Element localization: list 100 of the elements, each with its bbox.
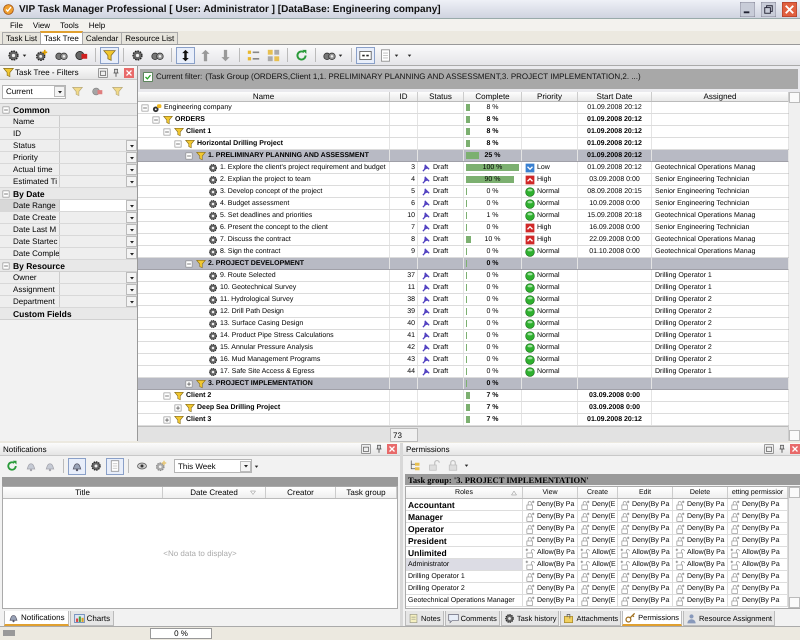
dropdown-button[interactable] [126,164,137,175]
high-priority-icon [525,222,535,232]
collapse-icon[interactable] [162,126,172,136]
column-header[interactable]: Priority [522,92,578,101]
funnel-icon [103,48,116,62]
collapse-icon[interactable] [140,102,150,112]
bell-icon [8,612,19,624]
pin-icon [421,186,431,196]
pin-icon [421,330,431,340]
role-name[interactable]: Manager [406,511,523,522]
dropdown-button[interactable] [126,176,137,187]
filter-icon [249,488,257,496]
category-label: Common [13,104,50,114]
menu-item[interactable]: View [28,20,54,30]
funnel-icon [3,67,14,78]
collapse-icon[interactable] [151,114,161,124]
gear-add-icon [35,48,48,62]
tab[interactable]: Task Tree [40,31,83,44]
column-header[interactable]: Date Created [163,487,266,498]
role-name[interactable]: Accountant [406,499,523,510]
pin-icon [421,318,431,328]
filter-preset-combo[interactable]: Current [2,84,66,98]
normal-priority-icon [525,246,535,256]
dropdown-button[interactable] [126,248,137,259]
maximize-button[interactable] [760,0,777,18]
menu-item[interactable]: Tools [56,20,83,30]
tab[interactable]: Resource List [121,32,178,44]
checkbox-icon[interactable] [143,72,153,82]
up-down-arrow-button[interactable] [176,46,195,64]
collapse-icon[interactable] [1,260,11,270]
dropdown-button[interactable] [126,200,137,211]
sort-icon [510,488,518,496]
role-name[interactable]: Unlimited [406,547,523,558]
window-button[interactable] [763,443,775,455]
menu-item[interactable]: Help [84,20,110,30]
filter-label: ID [13,129,21,138]
tab[interactable]: Calendar [82,32,122,44]
pin-icon [421,342,431,352]
expand-icon[interactable] [184,378,194,388]
filter-label: Name [13,117,34,126]
bell-button[interactable] [68,458,86,474]
filter-label: Department [13,297,55,306]
dropdown-button[interactable] [126,212,137,223]
tab[interactable]: Notifications [4,611,69,626]
columns-icon [359,48,372,62]
normal-priority-icon [525,186,535,196]
dropdown-button[interactable] [126,272,137,283]
close-button[interactable] [781,0,798,18]
filter-label: Priority [13,153,38,162]
window-button[interactable] [360,443,372,455]
collapse-icon[interactable] [173,138,183,148]
role-name[interactable]: Operator [406,523,523,534]
dropdown-button[interactable] [126,152,137,163]
panel-title: Task Tree - Filters [15,68,79,77]
filter-label: Estimated Ti [13,177,58,186]
minimize-button[interactable] [739,0,756,18]
window-button[interactable] [97,66,109,78]
pin-icon [421,222,431,232]
column-header[interactable]: ID [390,92,418,101]
column-header[interactable]: Complete [464,92,522,101]
collapse-icon[interactable] [1,104,11,114]
column-header[interactable]: Status [418,92,464,101]
progress-text: 0 % [150,628,212,639]
normal-priority-icon [525,342,535,352]
dropdown-button[interactable] [126,284,137,295]
expand-icon[interactable] [173,402,183,412]
minimize-icon [740,2,755,16]
filter-text: (Task Group (ORDERS,Client 1,1. PRELIMINARY PLANNING AND ASSESSMENT,3. PROJECT IMPLEMENTATION,2. ...) [205,72,641,81]
pin-icon [421,306,431,316]
menu-item[interactable]: File [6,20,27,30]
collapse-icon[interactable] [1,188,11,198]
collapse-icon[interactable] [184,258,194,268]
period-combo[interactable]: This Week [174,459,252,473]
column-header[interactable]: Start Date [578,92,652,101]
column-header[interactable]: Title [3,487,163,498]
dropdown-button[interactable] [126,224,137,235]
window-icon [764,444,774,454]
caret-icon[interactable] [463,462,470,468]
person-icon [686,612,697,624]
column-header[interactable]: Creator [266,487,336,498]
expand-icon[interactable] [162,414,172,424]
normal-priority-icon [525,318,535,328]
comment-icon [448,612,459,624]
dropdown-button[interactable] [126,140,137,151]
tab[interactable]: Task List [2,32,42,44]
column-header[interactable]: Name [138,92,390,101]
filter-label: Date Last M [13,225,56,234]
category-label: Custom Fields [13,308,72,318]
normal-priority-icon [525,306,535,316]
tab[interactable]: Charts [70,611,114,626]
caret-icon [21,52,28,58]
columns-button[interactable] [356,46,375,64]
collapse-icon[interactable] [162,390,172,400]
pin-icon [421,270,431,280]
dropdown-button[interactable] [126,296,137,307]
dropdown-button[interactable] [126,236,137,247]
funnel-button[interactable] [100,46,119,64]
column-header[interactable]: Task group [336,487,397,498]
role-name[interactable]: President [406,535,523,546]
collapse-icon[interactable] [184,150,194,160]
